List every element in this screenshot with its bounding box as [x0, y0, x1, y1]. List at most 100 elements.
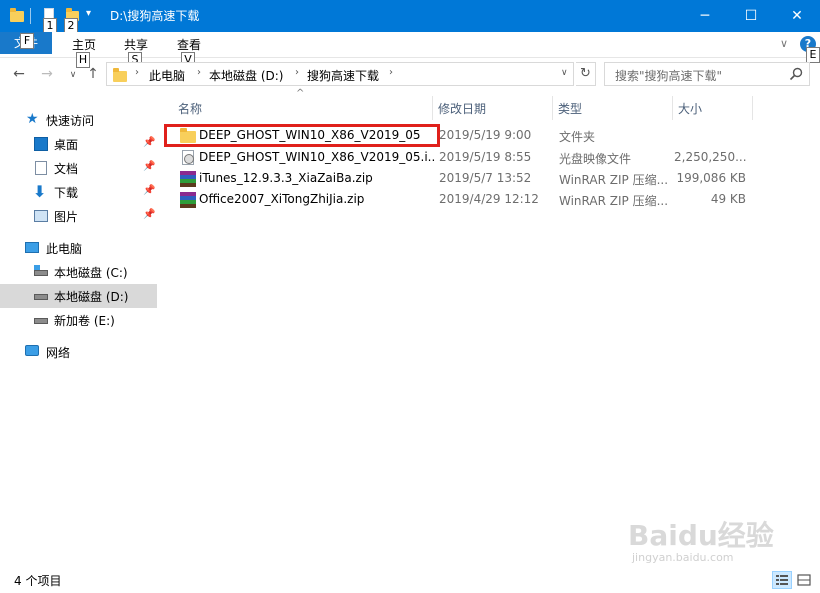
- details-view-button[interactable]: [772, 571, 792, 589]
- column-divider[interactable]: [752, 96, 753, 120]
- title-bar: ▾ D:\搜狗高速下载 ─ ☐ ✕: [0, 0, 820, 32]
- up-arrow-icon[interactable]: ↑: [84, 66, 102, 82]
- sidebar-item-label: 图片: [54, 210, 79, 224]
- sidebar-item-label: 桌面: [54, 138, 79, 152]
- column-header-type[interactable]: 类型: [552, 96, 670, 120]
- network-icon: [25, 345, 39, 356]
- drive-icon: [34, 270, 48, 276]
- pin-icon[interactable]: 📌: [143, 185, 155, 196]
- drive-icon: [34, 318, 48, 324]
- breadcrumb-chevron-icon[interactable]: ›: [295, 67, 299, 78]
- annotation-highlight-box: [164, 124, 440, 147]
- breadcrumb-drive-d[interactable]: 本地磁盘 (D:): [209, 67, 283, 84]
- sidebar-item-drive-e[interactable]: 新加卷 (E:): [0, 308, 157, 332]
- column-header-date[interactable]: 修改日期: [432, 96, 550, 120]
- sidebar-item-drive-c[interactable]: 本地磁盘 (C:): [0, 260, 157, 284]
- desktop-icon: [34, 137, 48, 151]
- sidebar-item-label: 本地磁盘 (D:): [54, 290, 129, 304]
- back-arrow-icon[interactable]: ←: [10, 66, 28, 82]
- item-count: 4 个项目: [14, 574, 62, 588]
- file-name: DEEP_GHOST_WIN10_X86_V2019_05.i...: [199, 150, 435, 164]
- column-header-size[interactable]: 大小: [672, 96, 750, 120]
- sidebar-item-label: 此电脑: [46, 242, 83, 256]
- close-button[interactable]: ✕: [774, 0, 820, 32]
- file-size: 49 KB: [710, 192, 746, 206]
- breadcrumb-current-folder[interactable]: 搜狗高速下载: [307, 67, 379, 84]
- tab-home[interactable]: 主页: [72, 36, 96, 53]
- sidebar-item-label: 文档: [54, 162, 79, 176]
- window-title: D:\搜狗高速下载: [110, 9, 200, 23]
- sidebar-item-pictures[interactable]: 图片 📌: [0, 204, 157, 228]
- details-view-icon: [776, 575, 788, 585]
- sidebar-item-network[interactable]: 网络: [0, 340, 157, 364]
- sidebar-item-drive-d[interactable]: 本地磁盘 (D:): [0, 284, 157, 308]
- sidebar-item-this-pc[interactable]: 此电脑: [0, 236, 157, 260]
- recent-locations-chevron-icon[interactable]: ∨: [64, 70, 82, 80]
- folder-icon: [10, 8, 24, 22]
- navigation-pane: ★ 快速访问 桌面 📌 文档 📌 ⬇ 下载 📌 图片 📌 此电脑 本地磁盘 (C…: [0, 96, 160, 566]
- pin-icon[interactable]: 📌: [143, 137, 155, 148]
- watermark-logo: Baidu经验: [628, 519, 774, 552]
- qat-customize-chevron-icon[interactable]: ▾: [86, 8, 91, 19]
- file-date: 2019/4/29 12:12: [439, 192, 539, 206]
- sidebar-item-label: 网络: [46, 346, 71, 360]
- maximize-button[interactable]: ☐: [728, 0, 774, 32]
- table-row[interactable]: iTunes_12.9.3.3_XiaZaiBa.zip 2019/5/7 13…: [168, 168, 750, 190]
- address-dropdown-chevron-icon[interactable]: ∨: [561, 68, 568, 78]
- file-type: 文件夹: [559, 130, 596, 144]
- search-input[interactable]: 搜索"搜狗高速下载": [604, 62, 810, 86]
- winrar-icon: [180, 171, 196, 187]
- large-icons-view-button[interactable]: [794, 571, 814, 589]
- status-bar: 4 个项目: [0, 566, 820, 593]
- tab-share[interactable]: 共享: [124, 36, 148, 53]
- document-icon: [35, 161, 47, 175]
- star-icon: ★: [26, 111, 39, 127]
- sidebar-item-documents[interactable]: 文档 📌: [0, 156, 157, 180]
- address-bar[interactable]: › 此电脑 › 本地磁盘 (D:) › 搜狗高速下载 › ∨: [106, 62, 574, 86]
- breadcrumb-chevron-icon[interactable]: ›: [389, 67, 393, 78]
- sidebar-item-quick-access[interactable]: ★ 快速访问: [0, 108, 157, 132]
- qat-separator: [30, 8, 31, 24]
- table-row[interactable]: DEEP_GHOST_WIN10_X86_V2019_05.i... 2019/…: [168, 147, 750, 169]
- sidebar-item-label: 本地磁盘 (C:): [54, 266, 128, 280]
- pin-icon[interactable]: 📌: [143, 161, 155, 172]
- windows-logo-icon: [34, 265, 40, 270]
- file-name: Office2007_XiTongZhiJia.zip: [199, 192, 365, 206]
- breadcrumb-chevron-icon[interactable]: ›: [135, 67, 139, 78]
- minimize-button[interactable]: ─: [682, 0, 728, 32]
- file-size: 199,086 KB: [676, 171, 746, 185]
- file-type: WinRAR ZIP 压缩...: [559, 173, 669, 187]
- picture-icon: [34, 210, 48, 222]
- computer-icon: [25, 242, 39, 253]
- keytip-file: F: [20, 33, 34, 49]
- search-placeholder: 搜索"搜狗高速下载": [615, 69, 723, 83]
- breadcrumb-chevron-icon[interactable]: ›: [197, 67, 201, 78]
- folder-icon: [113, 68, 129, 82]
- file-type: WinRAR ZIP 压缩...: [559, 194, 669, 208]
- pin-icon[interactable]: 📌: [143, 209, 155, 220]
- disc-image-icon: [180, 150, 196, 166]
- winrar-icon: [180, 192, 196, 208]
- breadcrumb-this-pc[interactable]: 此电脑: [149, 67, 185, 84]
- expand-ribbon-chevron-icon[interactable]: ∨: [780, 37, 788, 50]
- sidebar-item-downloads[interactable]: ⬇ 下载 📌: [0, 180, 157, 204]
- keytip-help: E: [806, 47, 820, 63]
- search-icon[interactable]: [789, 67, 803, 81]
- large-icons-view-icon: [797, 574, 811, 586]
- file-size: 2,250,250...: [674, 150, 746, 164]
- forward-arrow-icon[interactable]: →: [38, 66, 56, 82]
- column-header-name[interactable]: 名称: [172, 96, 430, 120]
- watermark-url: jingyan.baidu.com: [632, 551, 734, 564]
- sidebar-item-label: 快速访问: [46, 114, 95, 128]
- tab-view[interactable]: 查看: [177, 36, 201, 53]
- sidebar-item-desktop[interactable]: 桌面 📌: [0, 132, 157, 156]
- sidebar-item-label: 下载: [54, 186, 79, 200]
- file-date: 2019/5/19 8:55: [439, 150, 532, 164]
- file-date: 2019/5/7 13:52: [439, 171, 532, 185]
- table-row[interactable]: Office2007_XiTongZhiJia.zip 2019/4/29 12…: [168, 189, 750, 211]
- file-date: 2019/5/19 9:00: [439, 128, 532, 142]
- file-type: 光盘映像文件: [559, 152, 632, 166]
- refresh-icon[interactable]: ↻: [576, 62, 596, 86]
- file-name: iTunes_12.9.3.3_XiaZaiBa.zip: [199, 171, 373, 185]
- sidebar-item-label: 新加卷 (E:): [54, 314, 115, 328]
